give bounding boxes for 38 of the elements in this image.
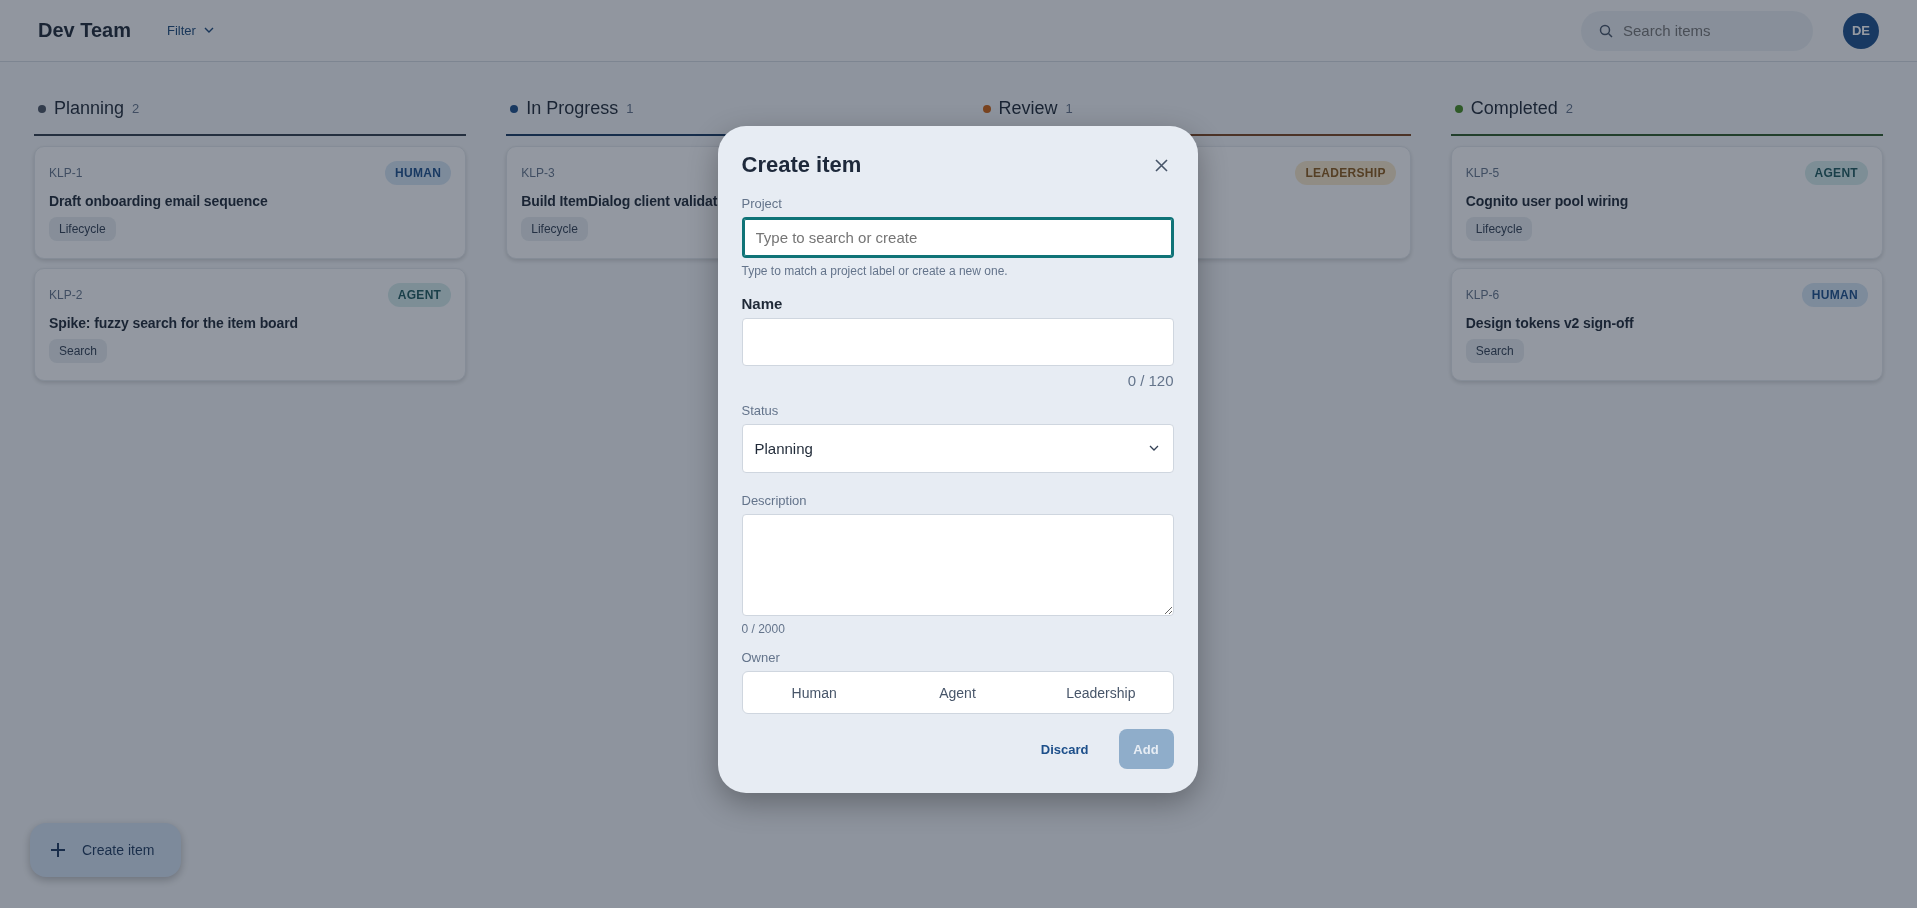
column-count: 2 <box>1565 101 1574 116</box>
column-count: 1 <box>626 101 634 116</box>
item-title: Spike: fuzzy search for the item board <box>49 315 299 331</box>
field-label: Owner <box>741 650 781 665</box>
team-title: Dev Team <box>38 19 131 42</box>
project-tag: Lifecycle <box>521 217 588 241</box>
owner-badge: AGENT <box>1804 161 1868 185</box>
column-title: Completed <box>1470 98 1558 119</box>
project-tag: Lifecycle <box>1465 217 1533 241</box>
character-counter: 0 / 2000 <box>741 622 786 636</box>
item-title: Draft onboarding email sequence <box>49 193 268 209</box>
project-tag: Lifecycle <box>49 217 116 241</box>
item-id: KLP-2 <box>49 288 83 302</box>
column-title: Review <box>998 98 1058 119</box>
field-label: Status <box>741 403 780 418</box>
item-id: KLP-5 <box>1465 166 1500 180</box>
dialog-title: Create item <box>741 152 862 178</box>
item-id: KLP-1 <box>49 166 83 180</box>
field-label: Project <box>741 196 783 211</box>
owner-badge: AGENT <box>387 283 452 307</box>
item-title: Design tokens v2 sign-off <box>1465 315 1634 331</box>
project-tag: Search <box>49 339 108 363</box>
project-tag: Search <box>1465 339 1524 363</box>
owner-badge: HUMAN <box>385 161 452 185</box>
item-id: KLP-3 <box>521 166 555 180</box>
field-label: Name <box>741 295 784 312</box>
item-title: Cognito user pool wiring <box>1465 193 1629 209</box>
item-id: KLP-6 <box>1465 288 1500 302</box>
helper-text: Type to match a project label or create a new one. <box>741 264 1009 278</box>
column-count: 1 <box>1065 101 1073 116</box>
field-label: Description <box>741 493 808 508</box>
column-title: Planning <box>54 98 125 119</box>
column-count: 2 <box>132 101 140 116</box>
character-counter: 0 / 120 <box>1127 372 1174 389</box>
column-title: In Progress <box>526 98 619 119</box>
item-title: Build ItemDialog client validat <box>521 193 718 209</box>
owner-badge: HUMAN <box>1801 283 1868 307</box>
owner-badge: LEADERSHIP <box>1295 161 1396 185</box>
